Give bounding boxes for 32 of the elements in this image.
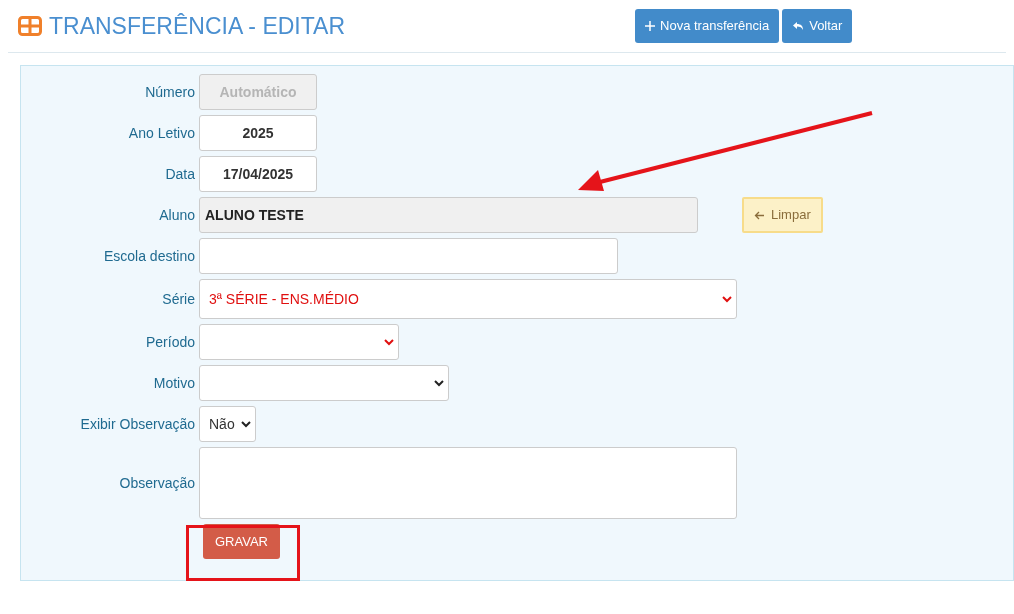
field-label: Número xyxy=(144,82,196,102)
chevron-down-icon xyxy=(434,379,444,387)
input-field[interactable]: 2025 xyxy=(199,115,317,151)
field-label: Escola destino xyxy=(102,246,196,266)
select-field[interactable]: 3ª SÉRIE - ENS.MÉDIO xyxy=(199,279,737,319)
textarea-field[interactable] xyxy=(199,447,737,519)
field-label: Ano Letivo xyxy=(127,123,196,143)
chevron-down-icon xyxy=(384,338,394,346)
chevron-down-icon xyxy=(241,420,251,428)
select-field[interactable] xyxy=(199,365,449,401)
field-label: Série xyxy=(161,289,196,309)
page-title: TRANSFERÊNCIA - EDITAR xyxy=(49,11,346,41)
plus-icon xyxy=(645,21,656,31)
select-field[interactable] xyxy=(199,324,399,360)
input-field[interactable]: 17/04/2025 xyxy=(199,156,317,192)
readonly-field[interactable]: ALUNO TESTE xyxy=(199,197,698,233)
field-label: Período xyxy=(144,332,196,352)
grid-icon xyxy=(18,16,42,36)
field-label: Observação xyxy=(118,473,196,493)
clear-button[interactable]: Limpar xyxy=(742,197,823,233)
field-label: Motivo xyxy=(152,373,196,393)
select-field[interactable]: Não xyxy=(199,406,256,442)
field-label: Data xyxy=(164,164,196,184)
field-label: Exibir Observação xyxy=(79,414,196,434)
field-label: Aluno xyxy=(158,205,196,225)
save-button[interactable]: GRAVAR xyxy=(203,524,280,559)
arrow-left-icon xyxy=(754,210,765,220)
reply-arrow-icon xyxy=(792,21,805,31)
chevron-down-icon xyxy=(722,295,732,303)
new-transfer-button[interactable]: Nova transferência xyxy=(635,9,780,43)
input-field[interactable] xyxy=(199,238,618,274)
back-button[interactable]: Voltar xyxy=(782,9,853,43)
